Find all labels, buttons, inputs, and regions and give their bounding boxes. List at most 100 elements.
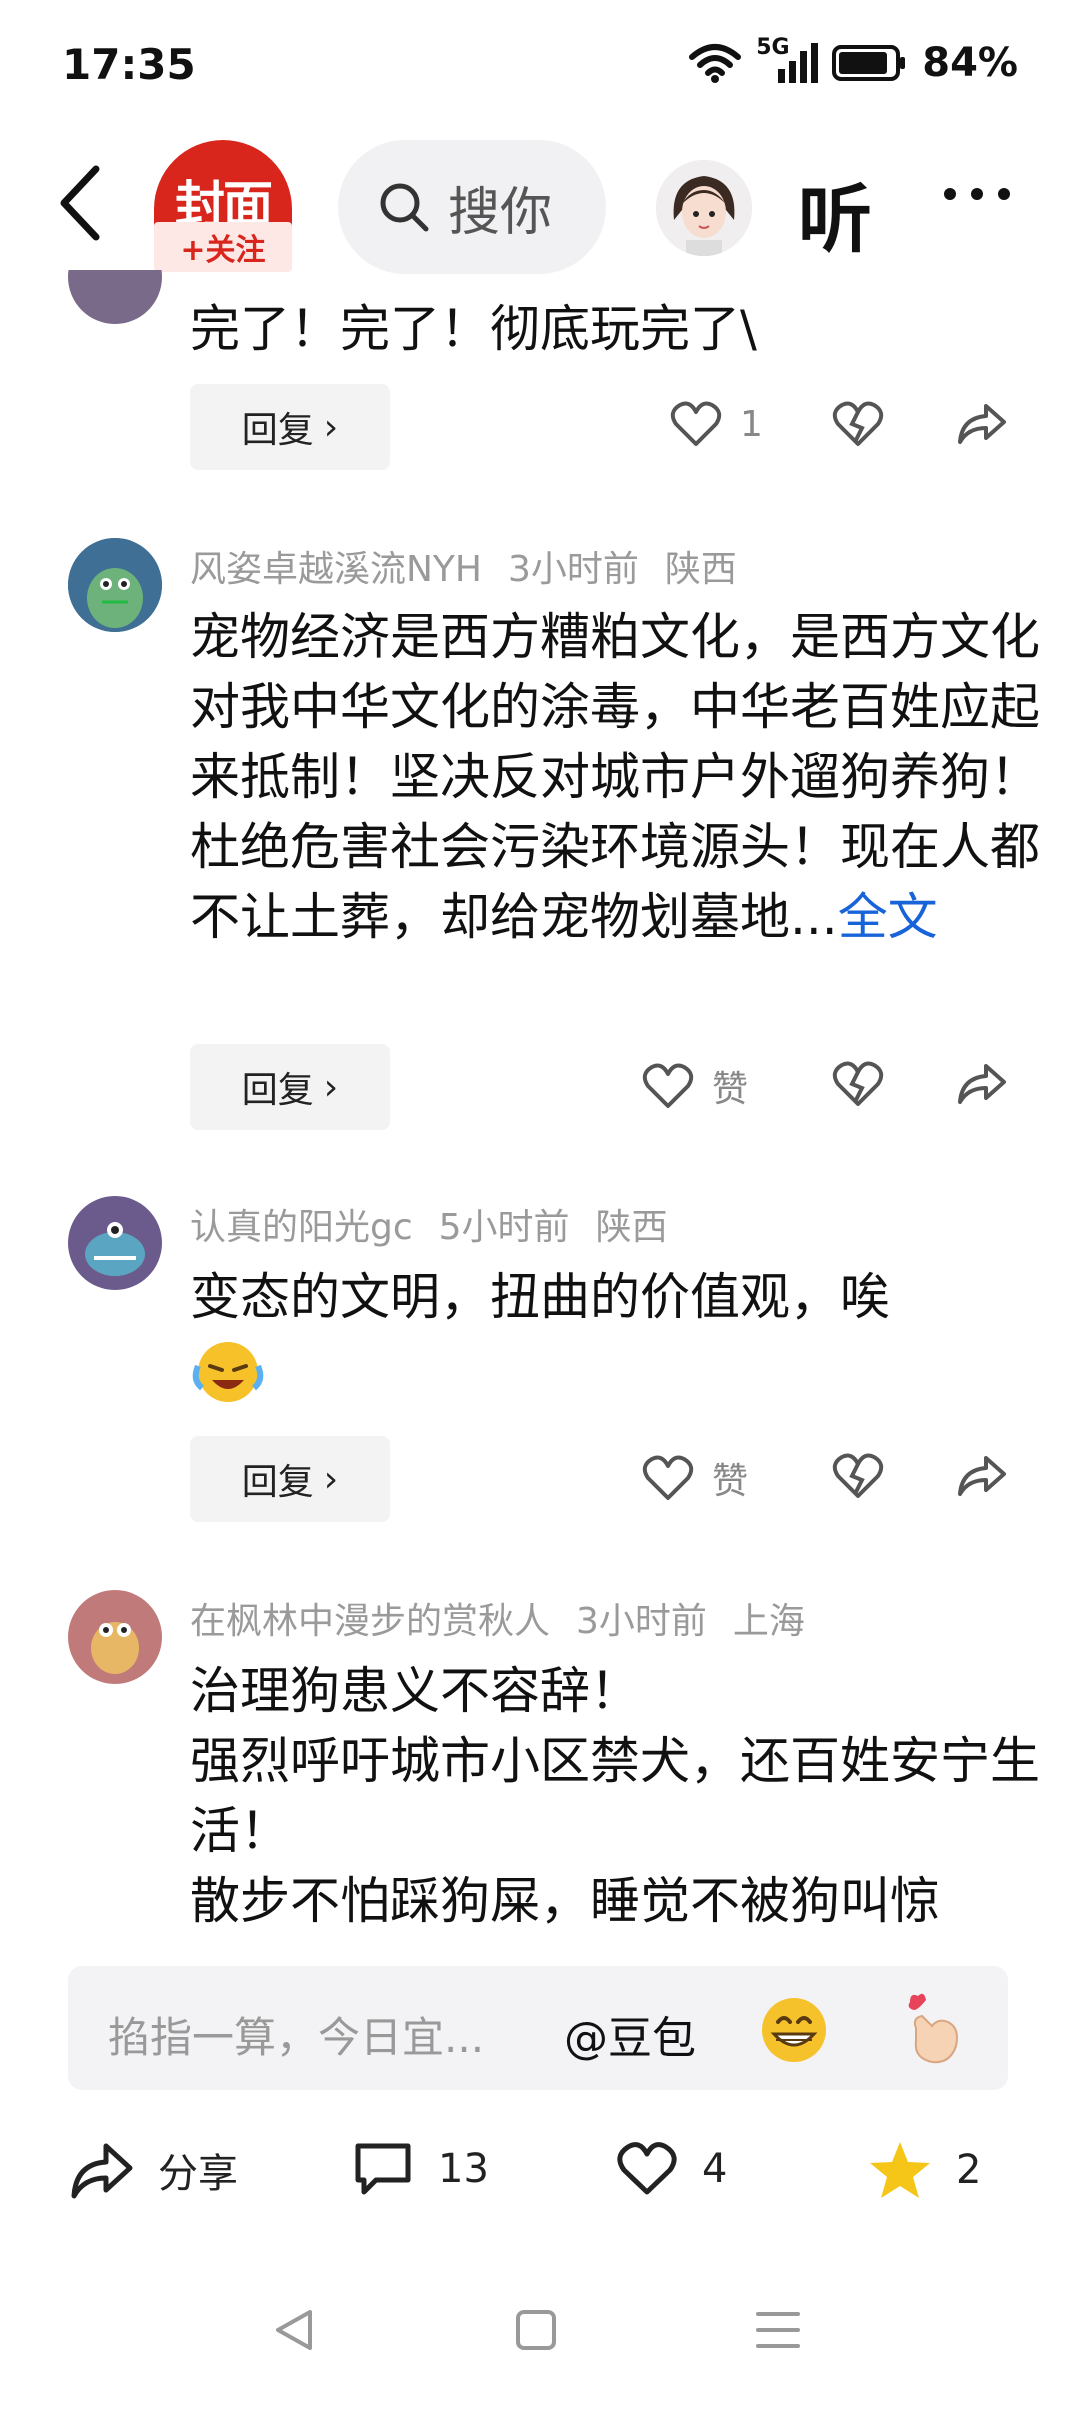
comment-count: 13: [438, 2146, 489, 2192]
crying-laughing-emoji-icon: [190, 1336, 266, 1410]
full-text-link[interactable]: 全文: [838, 888, 938, 946]
comment-author[interactable]: 在枫林中漫步的赏秋人: [190, 1601, 550, 1642]
comments-button[interactable]: 13: [352, 2140, 489, 2198]
nav-home-button[interactable]: [506, 2300, 566, 2360]
comment-input-bar[interactable]: 掐指一算，今日宜... @豆包: [68, 1966, 1008, 2090]
back-button[interactable]: [50, 158, 110, 248]
more-icon: [944, 188, 1010, 200]
share-article-button[interactable]: 分享: [68, 2140, 238, 2200]
mention-doubao-button[interactable]: @豆包: [564, 2002, 696, 2066]
reply-label: 回复: [241, 1462, 314, 1503]
dislike-button[interactable]: [832, 400, 884, 448]
comment-location: 陕西: [595, 1207, 668, 1248]
comment-author[interactable]: 认真的阳光gc: [190, 1207, 413, 1248]
star-icon: [870, 2142, 930, 2198]
heart-icon: [642, 1063, 694, 1108]
battery-percent: 84%: [922, 40, 1018, 86]
favorite-button[interactable]: 2: [868, 2140, 981, 2200]
dislike-button[interactable]: [832, 1060, 884, 1108]
share-icon: [958, 1064, 1006, 1104]
like-count: 赞: [712, 1069, 749, 1110]
triangle-back-icon: [276, 2310, 312, 2350]
reply-button[interactable]: 回复 ›: [190, 1044, 390, 1130]
heart-icon: [617, 2142, 677, 2195]
listen-button[interactable]: 听: [798, 160, 872, 267]
comment-text: 完了！完了！彻底玩完了\: [190, 300, 757, 358]
chevron-left-icon: [60, 165, 100, 241]
comment-location: 上海: [732, 1601, 805, 1642]
reply-label: 回复: [241, 410, 314, 451]
comment-time: 5小时前: [438, 1207, 570, 1248]
follow-button[interactable]: +关注: [154, 222, 292, 272]
share-comment-button[interactable]: [956, 1060, 1008, 1108]
wifi-icon: [689, 44, 742, 83]
reply-label: 回复: [241, 1070, 314, 1111]
share-comment-button[interactable]: [956, 400, 1008, 448]
broken-heart-icon: [832, 401, 884, 446]
broken-heart-icon: [832, 1061, 884, 1106]
comment-time: 3小时前: [576, 1601, 707, 1642]
comment-line: 治理狗患义不容辞！: [190, 1662, 640, 1720]
more-options-button[interactable]: [940, 156, 1014, 246]
comment-avatar[interactable]: [68, 538, 162, 632]
publisher-logo[interactable]: 封面 +关注: [154, 140, 292, 278]
menu-icon: [756, 2312, 800, 2348]
signal-icon: 5G: [756, 35, 819, 85]
chevron-right-icon: ›: [323, 1066, 339, 1108]
user-avatar[interactable]: [656, 160, 752, 256]
comment-input-placeholder: 掐指一算，今日宜...: [108, 2013, 485, 2062]
comment-avatar[interactable]: [68, 1590, 162, 1684]
like-count: 赞: [712, 1461, 749, 1502]
comment-avatar-image: [68, 1590, 162, 1684]
comment-avatar[interactable]: [68, 270, 162, 324]
comment-location: 陕西: [664, 549, 737, 590]
heart-icon: [642, 1455, 694, 1500]
comment-avatar-image: [68, 538, 162, 632]
comment-avatar[interactable]: [68, 1196, 162, 1290]
finger-heart-emoji-button[interactable]: [898, 1988, 968, 2072]
search-icon: [380, 183, 429, 232]
like-count: 1: [740, 403, 763, 445]
comment-line: 散步不怕踩狗屎，睡觉不被狗叫惊: [190, 1872, 940, 1930]
battery-icon: [832, 45, 906, 81]
finger-heart-icon: [908, 1993, 958, 2064]
comment-avatar-image: [68, 1196, 162, 1290]
comment-author[interactable]: 风姿卓越溪流NYH: [190, 549, 482, 590]
comment-meta: 在枫林中漫步的赏秋人 3小时前 上海: [190, 1592, 831, 1644]
share-icon: [958, 404, 1006, 444]
comment-line: 强烈呼吁城市小区禁犬，还百姓安宁生活！: [190, 1732, 1040, 1860]
article-like-count: 4: [702, 2146, 728, 2192]
heart-icon: [670, 401, 722, 446]
like-button[interactable]: 赞: [642, 1060, 748, 1112]
grin-emoji-icon: [762, 1998, 826, 2062]
comment-text-clip: 治理狗患义不容辞！ 强烈呼吁城市小区禁犬，还百姓安宁生活！ 散步不怕踩狗屎，睡觉…: [190, 1656, 1070, 1950]
dislike-button[interactable]: [832, 1452, 884, 1500]
status-icons: 5G 84%: [688, 35, 1018, 86]
comment-meta: 风姿卓越溪流NYH 3小时前 陕西: [190, 540, 763, 592]
search-placeholder: 搜你: [448, 182, 553, 243]
favorite-count: 2: [956, 2147, 982, 2193]
comment-time: 3小时前: [508, 549, 639, 590]
search-box[interactable]: 搜你: [338, 140, 606, 274]
share-icon: [958, 1456, 1006, 1496]
like-button[interactable]: 赞: [642, 1452, 748, 1504]
status-time: 17:35: [62, 40, 196, 89]
user-avatar-image: [656, 160, 752, 256]
comment-meta: 认真的阳光gc 5小时前 陕西: [190, 1198, 694, 1250]
reply-button[interactable]: 回复 ›: [190, 1436, 390, 1522]
chevron-right-icon: ›: [323, 1458, 339, 1500]
share-icon: [71, 2143, 133, 2199]
square-home-icon: [516, 2310, 556, 2350]
comment-text: 变态的文明，扭曲的价值观，唉: [190, 1268, 890, 1326]
grinning-emoji-button[interactable]: [758, 1994, 830, 2070]
nav-menu-button[interactable]: [748, 2300, 808, 2360]
share-label: 分享: [158, 2151, 238, 2197]
reply-button[interactable]: 回复 ›: [190, 384, 390, 470]
like-button[interactable]: 1: [670, 400, 763, 448]
share-comment-button[interactable]: [956, 1452, 1008, 1500]
nav-back-button[interactable]: [264, 2300, 324, 2360]
comment-text: 宠物经济是西方糟粕文化，是西方文化对我中华文化的涂毒，中华老百姓应起来抵制！坚决…: [190, 602, 1070, 952]
broken-heart-icon: [832, 1453, 884, 1498]
comment-icon: [355, 2143, 411, 2195]
like-article-button[interactable]: 4: [616, 2140, 727, 2198]
